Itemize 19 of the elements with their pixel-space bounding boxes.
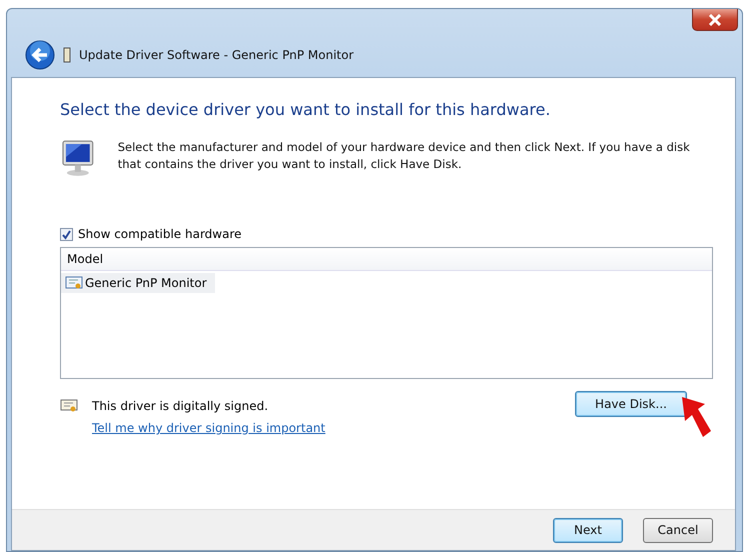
window-title: Update Driver Software - Generic PnP Monitor bbox=[79, 48, 354, 62]
back-button[interactable] bbox=[25, 40, 55, 70]
list-item[interactable]: Generic PnP Monitor bbox=[61, 273, 215, 293]
instruction-text: Select the manufacturer and model of your hardware device and then click Next. If you have a disk that contains the driver you want to install, click Have Disk. bbox=[118, 139, 691, 173]
have-disk-button[interactable]: Have Disk... bbox=[575, 391, 687, 417]
show-compatible-checkbox[interactable]: Show compatible hardware bbox=[60, 227, 713, 241]
pointer-arrow-icon bbox=[679, 395, 713, 439]
checkmark-icon bbox=[61, 228, 72, 240]
monitor-icon bbox=[60, 139, 96, 177]
certificate-icon bbox=[65, 276, 83, 290]
close-button[interactable] bbox=[692, 9, 738, 31]
driver-signing-link[interactable]: Tell me why driver signing is important bbox=[92, 421, 326, 435]
device-icon bbox=[63, 47, 71, 63]
page-heading: Select the device driver you want to install for this hardware. bbox=[60, 100, 552, 119]
next-button[interactable]: Next bbox=[553, 518, 623, 542]
certificate-icon bbox=[60, 399, 78, 413]
signature-status: This driver is digitally signed. bbox=[92, 399, 268, 413]
close-icon bbox=[708, 14, 722, 26]
cancel-button[interactable]: Cancel bbox=[643, 518, 713, 542]
